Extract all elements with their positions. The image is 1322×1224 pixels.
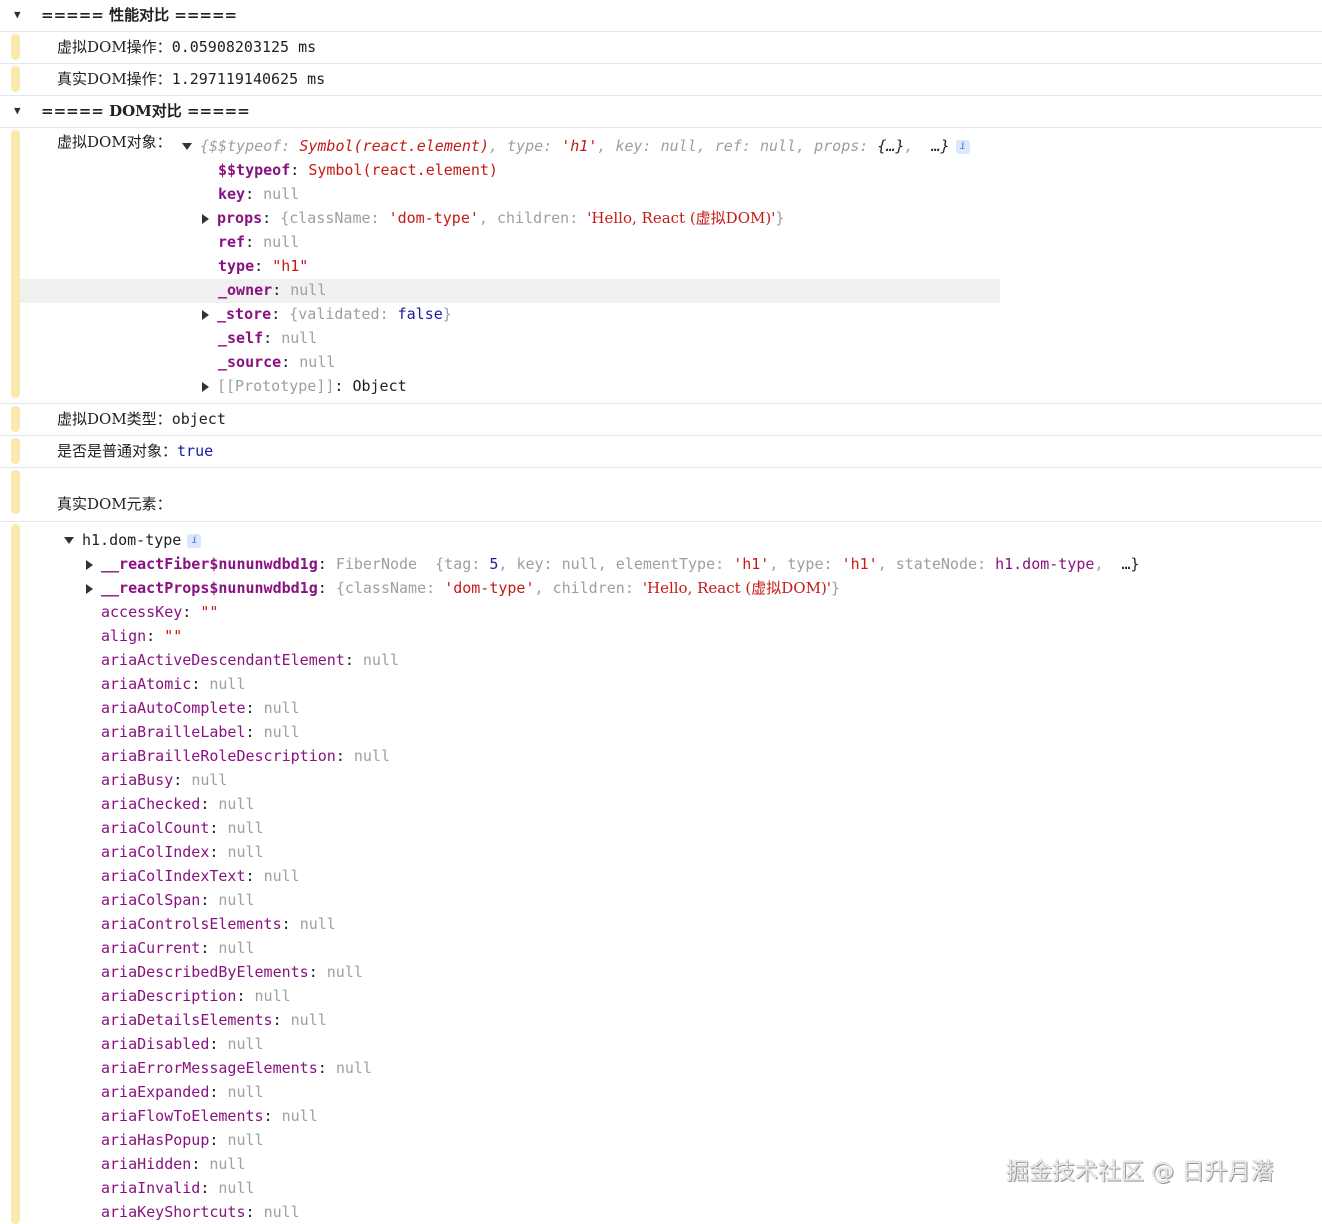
attribute-row: ariaAutoComplete: null [101, 699, 300, 717]
info-icon[interactable]: i [955, 139, 970, 154]
collapse-triangle-icon[interactable]: ▼ [14, 0, 21, 30]
group-header-dom[interactable]: ▼ ===== DOM对比 ===== [0, 96, 1322, 128]
expand-arrow-icon[interactable] [86, 559, 93, 570]
attribute-row: ariaHasPopup: null [101, 1131, 264, 1149]
expand-arrow-icon[interactable] [202, 381, 209, 392]
attribute-row: ariaColSpan: null [101, 891, 255, 909]
attribute-row: ariaColCount: null [101, 819, 264, 837]
expand-arrow-icon[interactable] [202, 213, 209, 224]
attribute-row: ariaControlsElements: null [101, 915, 336, 933]
message-label: 虚拟DOM对象： [57, 133, 172, 151]
message-label: 真实DOM操作： [57, 70, 172, 88]
attribute-row: ariaDescribedByElements: null [101, 963, 363, 981]
property-row[interactable]: _store: {validated: false} [202, 302, 452, 326]
attribute-row: ariaDescription: null [101, 987, 291, 1005]
attribute-row: ariaHidden: null [101, 1155, 246, 1173]
attribute-row: ariaBusy: null [101, 771, 228, 789]
attribute-row: ariaAtomic: null [101, 675, 246, 693]
group-title: ===== DOM对比 ===== [41, 102, 250, 120]
attribute-row: ariaCurrent: null [101, 939, 255, 957]
attribute-row: ariaFlowToElements: null [101, 1107, 318, 1125]
attribute-row: align: "" [101, 627, 183, 645]
property-row-react-fiber[interactable]: __reactFiber$nununwdbd1g: FiberNode {tag… [86, 552, 1140, 576]
message-label: 虚拟DOM操作： [57, 38, 172, 56]
console-message: 真实DOM元素： [0, 468, 1322, 522]
console-message: 是否是普通对象：true [0, 436, 1322, 468]
info-icon[interactable]: i [187, 533, 202, 548]
attribute-row: ariaExpanded: null [101, 1083, 264, 1101]
console-message-real-dom: h1.dom-type i __reactFiber$nununwdbd1g: F… [0, 522, 1322, 1222]
message-value: object [171, 410, 226, 428]
expand-arrow-icon[interactable] [182, 143, 192, 150]
attribute-row: ariaActiveDescendantElement: null [101, 651, 400, 669]
console-message: 虚拟DOM类型：object [0, 404, 1322, 436]
attribute-row: ariaBrailleLabel: null [101, 723, 300, 741]
property-row: $$typeof: Symbol(react.element) [218, 161, 498, 179]
attribute-row: ariaDisabled: null [101, 1035, 264, 1053]
attribute-row: ariaInvalid: null [101, 1179, 255, 1197]
property-row: _self: null [218, 329, 318, 347]
object-summary[interactable]: {$$typeof: Symbol(react.element), type: … [182, 134, 970, 158]
dom-node-summary[interactable]: h1.dom-type i [64, 528, 202, 552]
attribute-row: ariaDetailsElements: null [101, 1011, 327, 1029]
console-message: 真实DOM操作：1.297119140625 ms [0, 64, 1322, 96]
expand-arrow-icon[interactable] [64, 537, 74, 544]
attribute-row: ariaChecked: null [101, 795, 255, 813]
watermark: 掘金技术社区 @ 日升月潜 [1006, 1159, 1274, 1185]
attribute-row: ariaColIndexText: null [101, 867, 300, 885]
message-value: 0.05908203125 ms [171, 38, 317, 56]
property-row[interactable]: props: {className: 'dom-type', children:… [202, 206, 784, 230]
message-label: 虚拟DOM类型： [57, 410, 172, 428]
expand-arrow-icon[interactable] [202, 309, 209, 320]
attribute-row: accessKey: "" [101, 603, 219, 621]
collapse-triangle-icon[interactable]: ▼ [14, 96, 21, 126]
attribute-row: ariaBrailleRoleDescription: null [101, 747, 390, 765]
group-title: ===== 性能对比 ===== [41, 6, 238, 24]
property-row: _owner: null [218, 281, 327, 299]
property-row[interactable]: [[Prototype]]: Object [202, 374, 407, 398]
message-label: 真实DOM元素： [57, 495, 172, 513]
property-row: ref: null [218, 233, 300, 251]
attribute-row: ariaColIndex: null [101, 843, 264, 861]
property-row-react-props[interactable]: __reactProps$nununwdbd1g: {className: 'd… [86, 576, 840, 600]
message-label: 是否是普通对象： [57, 442, 178, 460]
console-message-vdom: 虚拟DOM对象： {$$typeof: Symbol(react.element… [0, 128, 1322, 404]
console-message: 虚拟DOM操作：0.05908203125 ms [0, 32, 1322, 64]
attribute-row: ariaErrorMessageElements: null [101, 1059, 372, 1077]
property-row: key: null [218, 185, 300, 203]
property-row: _source: null [218, 353, 336, 371]
message-value: 1.297119140625 ms [171, 70, 326, 88]
group-header-performance[interactable]: ▼ ===== 性能对比 ===== [0, 0, 1322, 32]
property-row: type: "h1" [218, 257, 309, 275]
message-value: true [177, 442, 214, 460]
expand-arrow-icon[interactable] [86, 583, 93, 594]
attribute-row: ariaKeyShortcuts: null [101, 1203, 300, 1221]
